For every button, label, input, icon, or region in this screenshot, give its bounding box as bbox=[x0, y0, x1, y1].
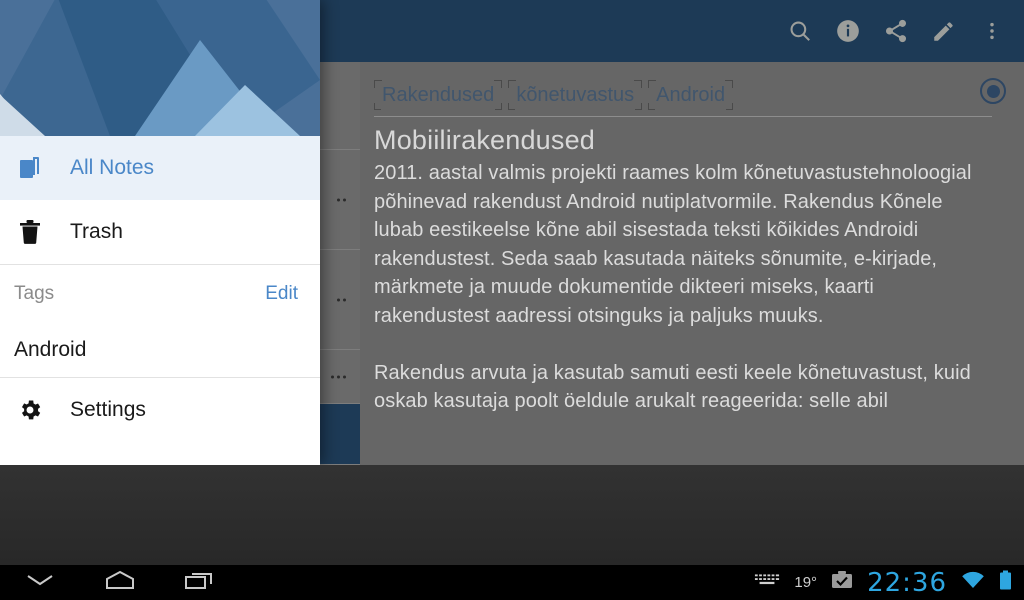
note-select-radio[interactable] bbox=[980, 78, 1006, 104]
edit-icon[interactable] bbox=[920, 7, 968, 55]
wifi-icon bbox=[961, 571, 985, 594]
gear-icon bbox=[12, 397, 48, 423]
note-tag[interactable]: kõnetuvastus bbox=[508, 80, 643, 110]
voice-input-bar: et-EE @ Kõnele (fast recognition) bbox=[0, 465, 1024, 565]
back-button[interactable] bbox=[0, 571, 80, 594]
sidebar-item-all-notes[interactable]: All Notes bbox=[0, 136, 320, 200]
note-title: Mobiilirakendused bbox=[374, 125, 596, 155]
home-icon bbox=[102, 569, 138, 596]
sidebar-item-label: Settings bbox=[70, 398, 146, 421]
overflow-menu-icon[interactable] bbox=[337, 198, 346, 201]
keyboard-icon[interactable] bbox=[754, 572, 780, 593]
note-detail: Rakendused kõnetuvastus Android Mobiilir… bbox=[360, 62, 1024, 465]
note-paragraph: 2011. aastal valmis projekti raames kolm… bbox=[374, 162, 972, 327]
note-paragraph: Rakendus arvuta ja kasutab samuti eesti … bbox=[374, 361, 971, 413]
drawer-header-image bbox=[0, 0, 320, 136]
status-bar-icons: 19° 22:36 bbox=[754, 570, 1024, 596]
note-tag[interactable]: Android bbox=[648, 80, 734, 110]
notes-icon bbox=[12, 155, 48, 181]
system-navigation-bar: 19° 22:36 bbox=[0, 565, 1024, 600]
trash-icon bbox=[12, 219, 48, 245]
navigation-drawer[interactable]: All Notes Trash Tags Edit Android Settin… bbox=[0, 0, 320, 465]
temperature-indicator: 19° bbox=[794, 574, 818, 591]
sidebar-item-settings[interactable]: Settings bbox=[0, 378, 320, 442]
note-tag-label: Rakendused bbox=[382, 84, 495, 106]
battery-icon bbox=[999, 570, 1012, 595]
sidebar-item-trash[interactable]: Trash bbox=[0, 200, 320, 264]
overflow-menu-icon[interactable] bbox=[331, 375, 346, 378]
note-tag-label: Android bbox=[656, 84, 726, 106]
tags-section-header: Tags Edit bbox=[0, 265, 320, 323]
overflow-menu-icon[interactable] bbox=[968, 7, 1016, 55]
note-tag-label: kõnetuvastus bbox=[516, 84, 635, 106]
home-button[interactable] bbox=[80, 569, 160, 596]
sidebar-item-label: All Notes bbox=[70, 156, 155, 179]
share-icon[interactable] bbox=[872, 7, 920, 55]
recents-icon bbox=[183, 569, 217, 596]
overflow-menu-icon[interactable] bbox=[337, 298, 346, 301]
note-tag-row: Rakendused kõnetuvastus Android bbox=[374, 80, 992, 117]
recents-button[interactable] bbox=[160, 569, 240, 596]
note-tag[interactable]: Rakendused bbox=[374, 80, 503, 110]
edit-tags-button[interactable]: Edit bbox=[265, 283, 298, 305]
app-window: Rakendused kõnetuvastus Android Mobiilir… bbox=[0, 0, 1024, 565]
search-icon[interactable] bbox=[776, 7, 824, 55]
ime-back-chevron-icon bbox=[24, 571, 56, 594]
tags-heading: Tags bbox=[14, 283, 55, 304]
status-clock: 22:36 bbox=[867, 567, 947, 598]
sidebar-tag-android[interactable]: Android bbox=[0, 323, 320, 377]
info-icon[interactable] bbox=[824, 7, 872, 55]
sidebar-item-label: Trash bbox=[70, 220, 123, 243]
work-profile-icon bbox=[831, 570, 853, 595]
